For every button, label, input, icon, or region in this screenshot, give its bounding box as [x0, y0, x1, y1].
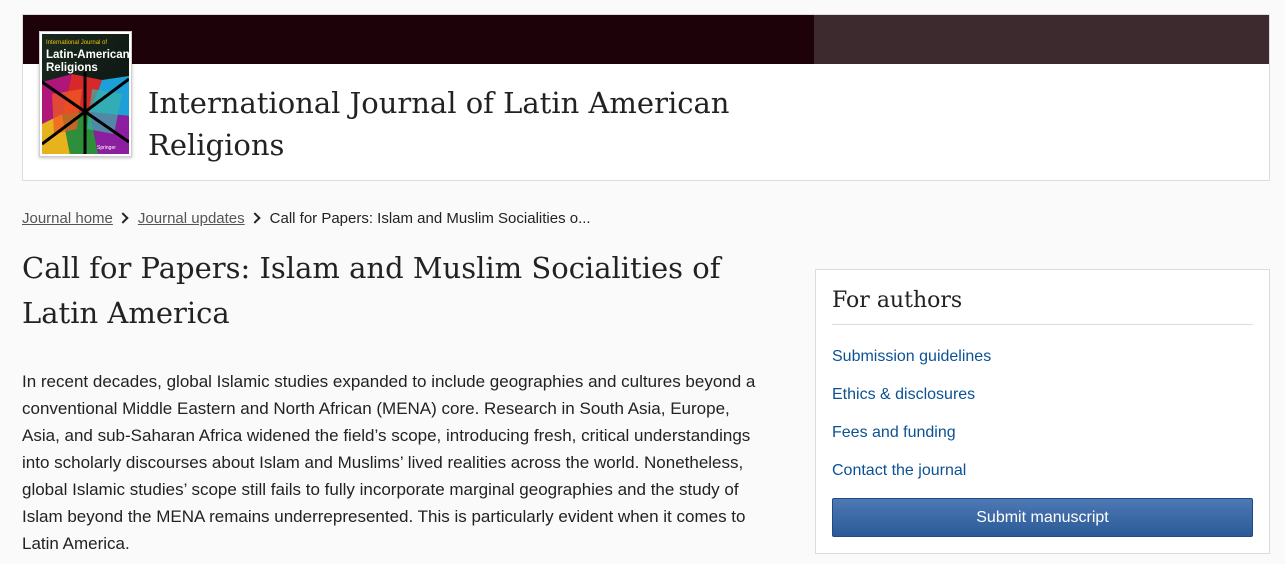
- chevron-right-icon: [117, 212, 129, 224]
- breadcrumb-journal-home[interactable]: Journal home: [22, 210, 113, 227]
- masthead-bar: [23, 15, 814, 64]
- for-authors-links: Submission guidelines Ethics & disclosur…: [832, 346, 991, 498]
- article-body-paragraph: In recent decades, global Islamic studie…: [22, 372, 756, 553]
- chevron-right-icon: [248, 212, 261, 224]
- breadcrumb-current: Call for Papers: Islam and Muslim Social…: [269, 209, 591, 227]
- journal-title[interactable]: International Journal of Latin American …: [148, 82, 748, 166]
- for-authors-heading: For authors: [832, 288, 1253, 325]
- submission-guidelines-link[interactable]: Submission guidelines: [832, 348, 991, 365]
- journal-cover-art: International Journal of Latin-American …: [42, 34, 129, 154]
- breadcrumb-journal-updates[interactable]: Journal updates: [138, 210, 245, 227]
- cover-text-main-2: Religions: [46, 62, 98, 74]
- list-item: Ethics & disclosures: [832, 384, 991, 422]
- submit-manuscript-button[interactable]: Submit manuscript: [832, 498, 1253, 537]
- ethics-disclosures-link[interactable]: Ethics & disclosures: [832, 386, 975, 403]
- masthead-bar-accent: [814, 15, 1269, 64]
- journal-masthead: International Journal of Latin-American …: [22, 14, 1270, 181]
- cover-text-main: Latin-American: [46, 49, 129, 61]
- journal-cover-image[interactable]: International Journal of Latin-American …: [39, 31, 132, 157]
- fees-funding-link[interactable]: Fees and funding: [832, 424, 956, 441]
- for-authors-panel: For authors Submission guidelines Ethics…: [815, 269, 1270, 554]
- cover-publisher: Springer: [97, 145, 116, 151]
- list-item: Fees and funding: [832, 422, 991, 460]
- breadcrumb: Journal home Journal updates Call for Pa…: [22, 207, 591, 229]
- list-item: Contact the journal: [832, 460, 991, 498]
- cover-text-top: International Journal of: [46, 40, 107, 46]
- page-title: Call for Papers: Islam and Muslim Social…: [22, 251, 721, 330]
- contact-journal-link[interactable]: Contact the journal: [832, 462, 966, 479]
- list-item: Submission guidelines: [832, 346, 991, 384]
